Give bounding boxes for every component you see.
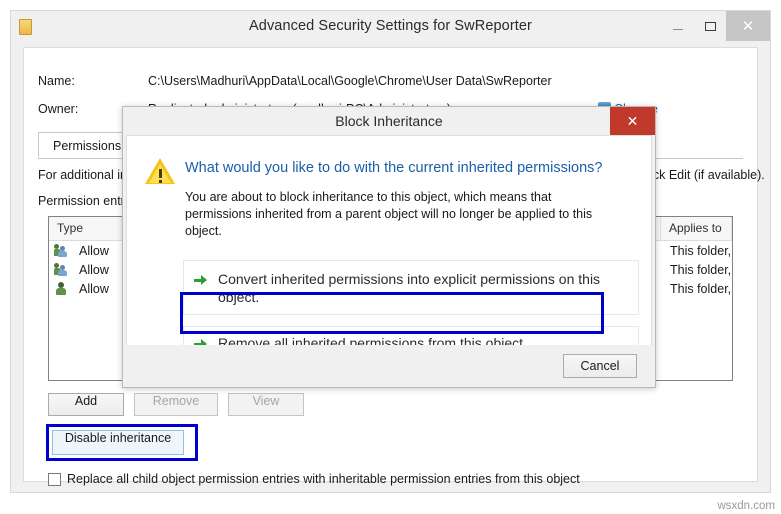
option-convert-label: Convert inherited permissions into expli… [218,271,601,305]
replace-child-permissions-label: Replace all child object permission entr… [67,472,580,486]
block-inheritance-dialog: Block Inheritance ✕ What would you like … [122,106,656,388]
modal-content: What would you like to do with the curre… [126,135,652,360]
name-label: Name: [38,74,75,88]
window-titlebar: Advanced Security Settings for SwReporte… [11,11,770,41]
disable-inheritance-button[interactable]: Disable inheritance [52,430,184,455]
name-value: C:\Users\Madhuri\AppData\Local\Google\Ch… [148,74,552,88]
modal-footer: Cancel [123,345,655,387]
cancel-button[interactable]: Cancel [563,354,637,378]
modal-title: Block Inheritance [335,113,443,129]
option-convert-inherited-permissions[interactable]: Convert inherited permissions into expli… [183,260,639,315]
cell-applies-to: This folder, subfolders and files [670,281,732,296]
single-user-icon [54,281,70,296]
modal-paragraph: You are about to block inheritance to th… [185,190,593,238]
replace-child-permissions-row[interactable]: Replace all child object permission entr… [48,472,580,486]
warning-icon [145,158,175,185]
group-users-icon [54,262,70,277]
group-users-icon [54,243,70,258]
watermark: wsxdn.com [717,500,775,512]
green-arrow-icon [192,271,209,288]
maximize-button[interactable] [694,11,726,41]
modal-heading: What would you like to do with the curre… [185,160,603,176]
window-controls: ✕ [662,11,770,41]
column-header-applies-to: Applies to [661,217,732,240]
view-button: View [228,393,304,416]
cell-applies-to: This folder, subfolders and files [670,262,732,277]
cell-applies-to: This folder, subfolders and files [670,243,732,258]
modal-titlebar: Block Inheritance ✕ [123,107,655,135]
owner-label: Owner: [38,102,79,116]
close-icon[interactable]: ✕ [726,11,770,41]
remove-button: Remove [134,393,218,416]
replace-child-permissions-checkbox[interactable] [48,472,61,486]
window-title: Advanced Security Settings for SwReporte… [249,18,532,34]
modal-close-icon[interactable]: ✕ [610,107,655,135]
minimize-button[interactable] [662,11,694,41]
add-button[interactable]: Add [48,393,124,416]
